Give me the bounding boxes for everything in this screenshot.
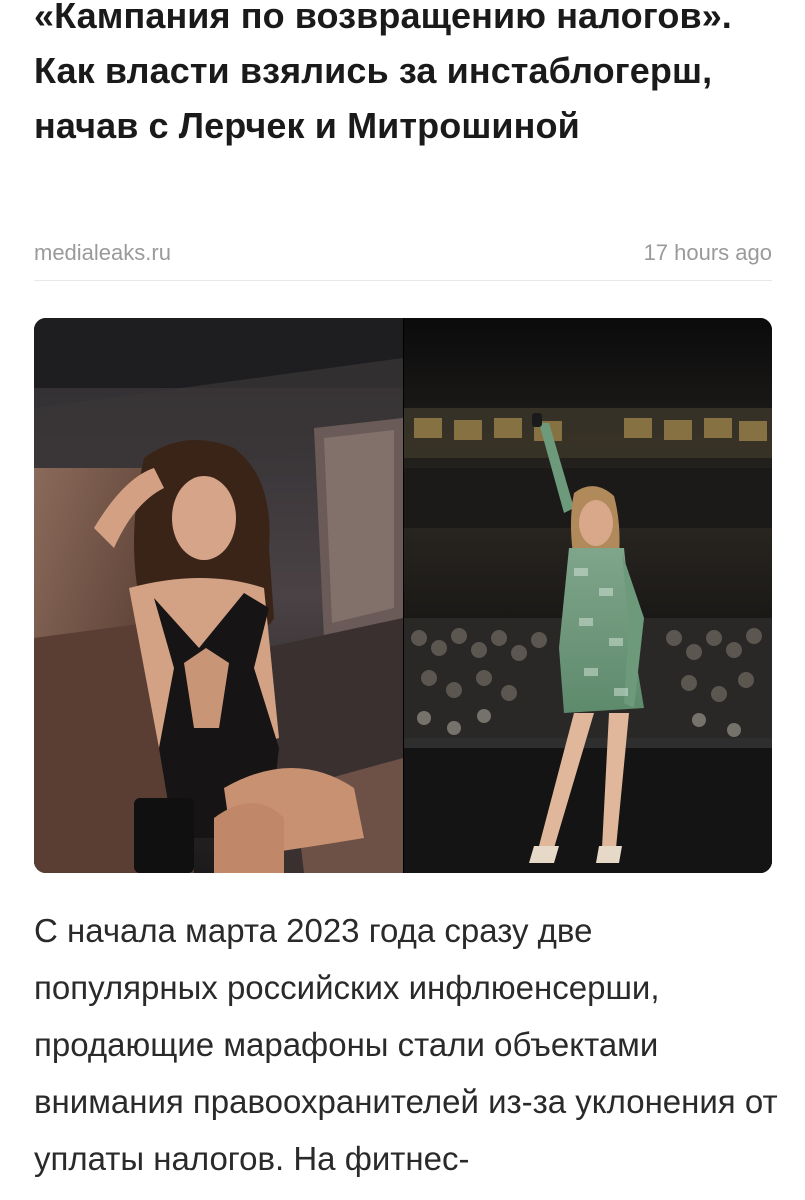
left-photo bbox=[34, 318, 403, 873]
publish-time: 17 hours ago bbox=[643, 240, 772, 265]
source-link[interactable]: medialeaks.ru bbox=[34, 240, 171, 266]
article-image[interactable] bbox=[34, 318, 772, 873]
right-photo bbox=[404, 318, 772, 873]
article-meta: medialeaks.ru 17 hours ago bbox=[34, 238, 772, 268]
article-lead: С начала марта 2023 года сразу две попул… bbox=[34, 912, 778, 1177]
divider bbox=[34, 280, 772, 281]
article-headline[interactable]: «Кампания по возвращению налогов». Как в… bbox=[34, 0, 774, 153]
article: «Кампания по возвращению налогов». Как в… bbox=[0, 0, 805, 1200]
